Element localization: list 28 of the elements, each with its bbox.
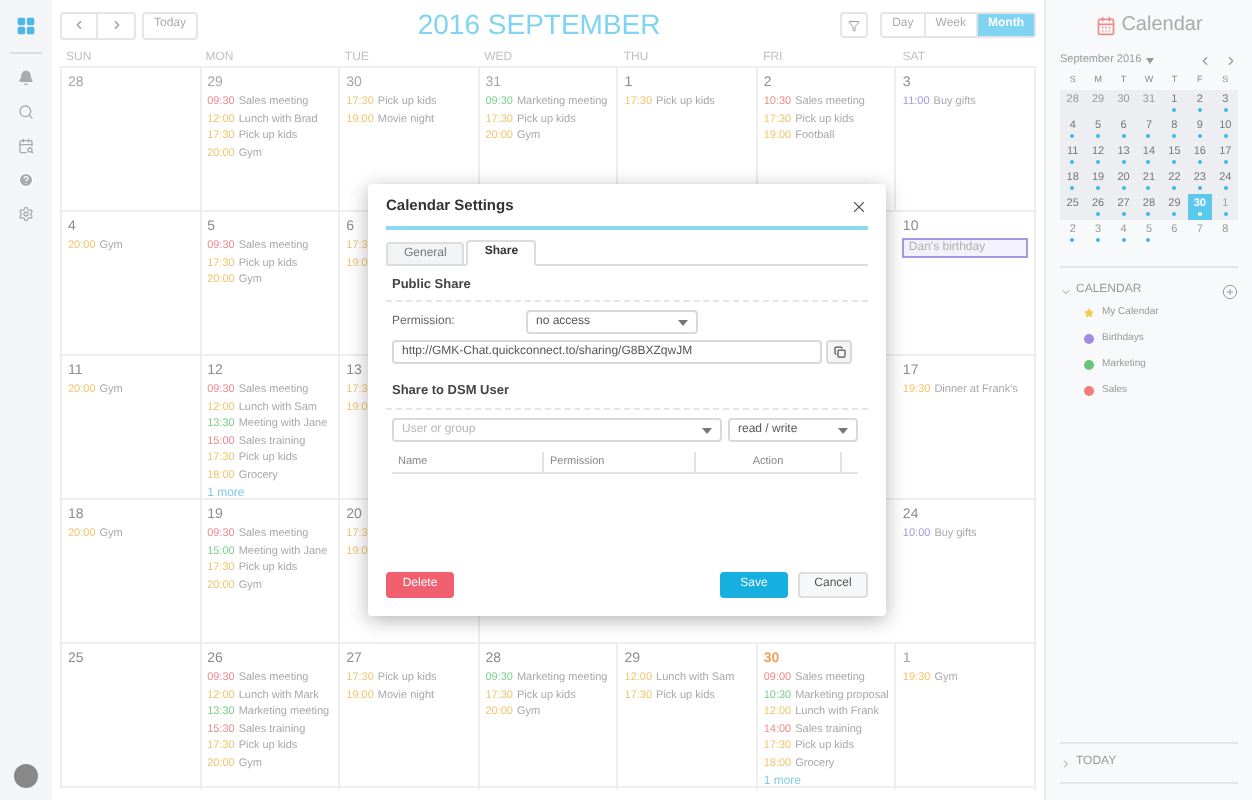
dropdown-caret-icon xyxy=(702,427,712,433)
chevron-right-icon xyxy=(1224,53,1238,67)
calendar-search-icon[interactable] xyxy=(18,138,34,154)
settings-icon[interactable] xyxy=(18,206,34,222)
month-title: 2016 SEPTEMBER xyxy=(417,6,661,44)
app-title: Calendar xyxy=(1121,12,1203,40)
apps-icon[interactable] xyxy=(16,16,36,36)
calendar-icon xyxy=(1095,15,1116,35)
chevron-left-icon xyxy=(72,18,86,32)
help-icon[interactable] xyxy=(18,172,34,188)
bell-icon[interactable] xyxy=(18,70,34,86)
previous-month-button[interactable] xyxy=(1198,53,1212,67)
dropdown-caret-icon[interactable] xyxy=(1145,57,1154,63)
chevron-left-icon xyxy=(1198,53,1212,67)
add-icon[interactable] xyxy=(1222,283,1238,299)
dropdown-caret-icon xyxy=(838,427,848,433)
chevron-down-icon xyxy=(1060,285,1072,297)
dropdown-caret-icon xyxy=(678,319,688,326)
copy-button[interactable] xyxy=(826,340,852,365)
filter-button[interactable] xyxy=(840,12,869,38)
avatar[interactable] xyxy=(14,764,38,788)
chevron-right-icon xyxy=(1060,757,1072,769)
filter-icon xyxy=(848,19,861,31)
copy-icon xyxy=(833,346,845,359)
chevron-right-icon xyxy=(109,18,123,32)
search-icon[interactable] xyxy=(18,104,34,120)
close-icon[interactable] xyxy=(850,197,868,215)
next-month-button[interactable] xyxy=(1224,53,1238,67)
